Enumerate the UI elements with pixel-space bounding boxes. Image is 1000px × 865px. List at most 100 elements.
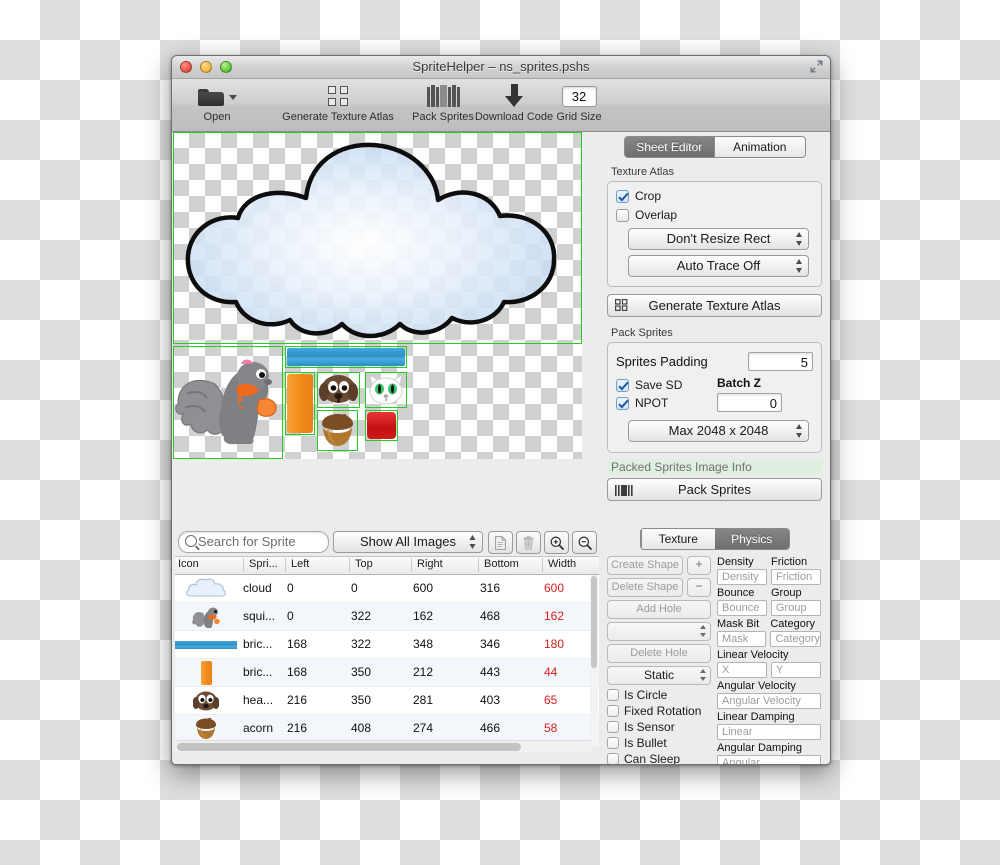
mask-bit-input[interactable]: Mask [717, 631, 767, 647]
tab-texture[interactable]: Texture [640, 529, 715, 549]
body-type-popup[interactable]: Static [607, 666, 711, 685]
search-input[interactable]: Search for Sprite [178, 531, 329, 553]
group-input[interactable]: Group [771, 600, 821, 616]
fullscreen-icon[interactable] [810, 60, 823, 73]
sprite-blue-brick[interactable] [287, 348, 405, 366]
toolbar-open-button[interactable]: Open [186, 82, 248, 123]
column-header-left[interactable]: Left [285, 558, 347, 572]
crop-checkbox-row[interactable]: Crop [616, 189, 813, 203]
zoom-out-button[interactable] [572, 531, 597, 554]
stepper-icon[interactable] [469, 534, 476, 550]
sprite-squirrel[interactable] [175, 350, 281, 447]
column-header-bottom[interactable]: Bottom [478, 558, 542, 572]
sprite-sheet-canvas[interactable] [173, 132, 582, 459]
auto-trace-value: Auto Trace Off [676, 258, 761, 273]
sprite-cloud[interactable] [178, 134, 576, 344]
tab-physics[interactable]: Physics [715, 529, 789, 549]
is-circle-checkbox[interactable] [607, 689, 619, 701]
pack-sprites-button[interactable]: Pack Sprites [607, 478, 822, 501]
npot-checkbox[interactable] [616, 396, 629, 410]
bounce-input[interactable]: Bounce [717, 600, 767, 616]
zoom-in-button[interactable] [544, 531, 569, 554]
npot-checkbox-row[interactable]: NPOT [616, 396, 717, 410]
batch-z-input[interactable]: 0 [717, 393, 782, 412]
column-header-width[interactable]: Width [542, 558, 592, 572]
column-header-icon[interactable]: Icon [175, 558, 243, 572]
stepper-icon[interactable] [796, 423, 803, 439]
delete-hole-button[interactable]: Delete Hole [607, 644, 711, 663]
scroll-thumb[interactable] [177, 743, 521, 751]
column-header-right[interactable]: Right [411, 558, 477, 572]
tab-animation[interactable]: Animation [714, 137, 805, 157]
generate-texture-atlas-button[interactable]: Generate Texture Atlas [607, 294, 822, 317]
save-sd-checkbox[interactable] [616, 378, 629, 392]
density-input[interactable]: Density [717, 569, 767, 585]
max-size-value: Max 2048 x 2048 [668, 423, 769, 438]
image-filter-popup[interactable]: Show All Images [333, 531, 483, 553]
table-horizontal-scrollbar[interactable] [175, 740, 592, 752]
magnifier-plus-icon [550, 536, 564, 550]
angular-damping-input[interactable]: Angular [717, 755, 821, 764]
sprite-acorn[interactable] [319, 412, 356, 449]
remove-shape-minus-button[interactable]: − [687, 578, 711, 597]
group-label: Group [771, 587, 802, 599]
save-sd-checkbox-row[interactable]: Save SD [616, 378, 717, 392]
column-header-sprite[interactable]: Spri... [243, 558, 285, 572]
crop-checkbox[interactable] [616, 189, 629, 203]
table-row[interactable]: acorn 216 408 274 466 58 [175, 715, 599, 743]
friction-input[interactable]: Friction [771, 569, 821, 585]
is-circle-label: Is Circle [624, 688, 668, 702]
chevron-down-icon[interactable] [228, 95, 237, 100]
table-row[interactable]: bric... 168 350 212 443 44 [175, 659, 599, 687]
sprite-red-block[interactable] [367, 412, 396, 439]
overlap-checkbox[interactable] [616, 208, 629, 222]
stepper-icon[interactable] [796, 258, 803, 274]
max-size-popup[interactable]: Max 2048 x 2048 [628, 420, 809, 442]
is-bullet-label: Is Bullet [624, 736, 667, 750]
add-hole-button[interactable]: Add Hole [607, 600, 711, 619]
can-sleep-checkbox-row[interactable]: Can Sleep [607, 752, 711, 764]
sprites-padding-input[interactable]: 5 [748, 352, 813, 371]
cell-width: 180 [544, 637, 565, 651]
table-row[interactable]: bric... 168 322 348 346 180 [175, 631, 599, 659]
tab-sheet-editor[interactable]: Sheet Editor [624, 137, 714, 157]
fixed-rotation-checkbox-row[interactable]: Fixed Rotation [607, 704, 711, 718]
table-row[interactable]: cloud 0 0 600 316 600 [175, 575, 599, 603]
table-vertical-scrollbar[interactable] [590, 575, 598, 747]
new-document-button[interactable] [488, 531, 513, 554]
hole-selector-popup[interactable] [607, 622, 711, 641]
is-bullet-checkbox[interactable] [607, 737, 619, 749]
overlap-checkbox-row[interactable]: Overlap [616, 208, 813, 222]
stepper-icon[interactable] [700, 668, 706, 682]
linear-velocity-x-input[interactable]: X [717, 662, 767, 678]
table-row[interactable]: squi... 0 322 162 468 162 [175, 603, 599, 631]
stepper-icon[interactable] [700, 624, 706, 638]
auto-trace-popup[interactable]: Auto Trace Off [628, 255, 809, 277]
linear-velocity-y-input[interactable]: Y [771, 662, 821, 678]
column-header-top[interactable]: Top [349, 558, 411, 572]
sprite-dog-head[interactable] [319, 374, 358, 406]
toolbar-grid-size-control[interactable]: 32 Grid Size [524, 82, 634, 123]
scroll-thumb[interactable] [591, 576, 597, 668]
is-sensor-checkbox-row[interactable]: Is Sensor [607, 720, 711, 734]
sprite-cat-head[interactable] [367, 374, 405, 406]
is-sensor-checkbox[interactable] [607, 721, 619, 733]
can-sleep-checkbox[interactable] [607, 753, 619, 764]
is-bullet-checkbox-row[interactable]: Is Bullet [607, 736, 711, 750]
table-row[interactable]: hea... 216 350 281 403 65 [175, 687, 599, 715]
table-body[interactable]: cloud 0 0 600 316 600 squi... 0 322 162 … [175, 575, 599, 747]
grid-size-input[interactable]: 32 [561, 85, 597, 107]
delete-shape-button[interactable]: Delete Shape [607, 578, 683, 597]
resize-rect-popup[interactable]: Don't Resize Rect [628, 228, 809, 250]
create-shape-button[interactable]: Create Shape [607, 556, 683, 575]
sprite-orange-brick[interactable] [287, 374, 313, 433]
delete-button[interactable] [516, 531, 541, 554]
stepper-icon[interactable] [796, 231, 803, 247]
linear-damping-input[interactable]: Linear [717, 724, 821, 740]
add-shape-plus-button[interactable]: + [687, 556, 711, 575]
angular-velocity-input[interactable]: Angular Velocity [717, 693, 821, 709]
fixed-rotation-checkbox[interactable] [607, 705, 619, 717]
is-circle-checkbox-row[interactable]: Is Circle [607, 688, 711, 702]
category-input[interactable]: Category [770, 631, 821, 647]
npot-label: NPOT [635, 396, 669, 410]
